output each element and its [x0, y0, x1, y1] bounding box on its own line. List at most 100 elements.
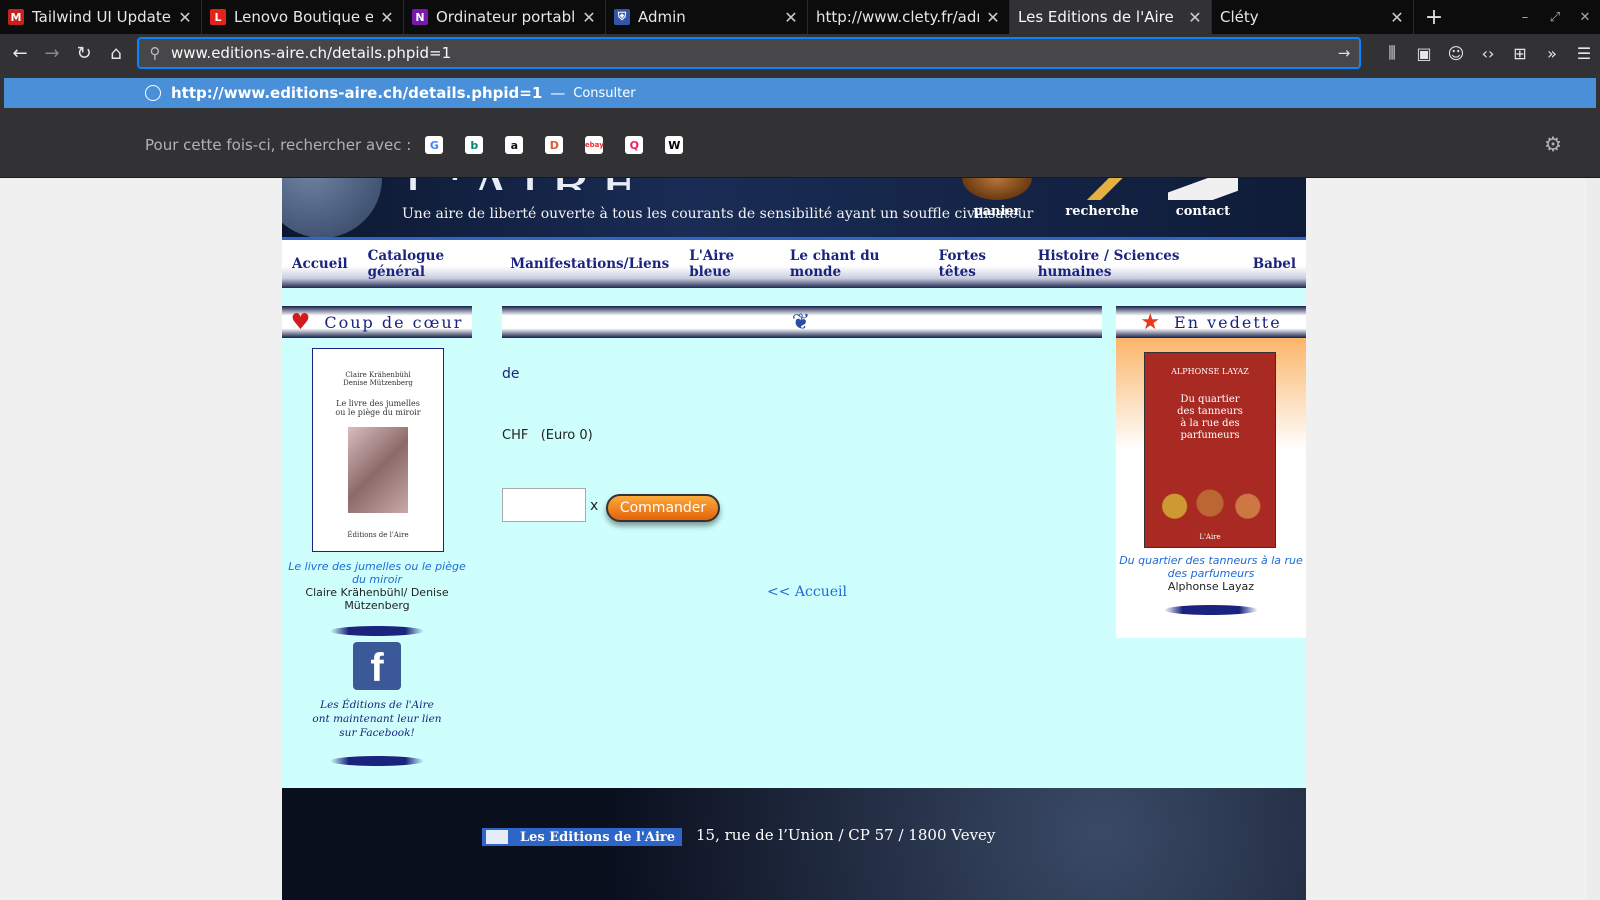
overflow-icon[interactable]: »: [1536, 44, 1568, 63]
featured-author: Alphonse Layaz: [1167, 580, 1255, 593]
tab-bar: MTailwind UI Update: A✕ LLenovo Boutique…: [0, 0, 1600, 34]
contact-link[interactable]: contact: [1158, 178, 1248, 219]
search-icon: ⚲: [149, 44, 161, 62]
magnifier-icon: [1067, 178, 1137, 200]
close-window-icon[interactable]: ✕: [1570, 10, 1600, 25]
site-banner: L'AIRE Une aire de liberté ouverte à tou…: [282, 178, 1306, 240]
scrollbar[interactable]: [1587, 178, 1600, 900]
panier-link[interactable]: panier: [952, 178, 1042, 219]
left-column: Claire Krähenbühl Denise Mützenberg Le l…: [282, 338, 472, 778]
devtools-icon[interactable]: ‹›: [1472, 44, 1504, 63]
ebay-icon[interactable]: ebay: [585, 136, 604, 154]
basket-icon: [962, 178, 1032, 200]
footer-logo[interactable]: Les Editions de l'Aire: [482, 828, 682, 846]
back-home-link[interactable]: << Accueil: [767, 584, 847, 600]
library-icon[interactable]: ⫼: [1376, 43, 1408, 63]
browser-tab[interactable]: MTailwind UI Update: A✕: [0, 0, 202, 34]
wikipedia-icon[interactable]: W: [665, 136, 684, 154]
right-column: Alphonse Layaz Du quartier des tanneurs …: [1116, 338, 1306, 638]
close-tab-icon[interactable]: ✕: [379, 8, 395, 27]
menu-accueil[interactable]: Accueil: [292, 256, 348, 272]
browser-tab-active[interactable]: Les Editions de l'Aire ✕: [1010, 0, 1212, 34]
star-icon: ★: [1140, 309, 1163, 335]
footer-address: 15, rue de l’Union / CP 57 / 1800 Vevey: [696, 826, 996, 844]
featured-title-link[interactable]: Du quartier des tanneurs à la rue des pa…: [1116, 554, 1306, 580]
new-tab-icon[interactable]: +: [1414, 0, 1454, 34]
url-suggestion[interactable]: http://www.editions-aire.ch/details.phpi…: [4, 78, 1596, 108]
site-logo: L'AIRE: [402, 178, 648, 190]
recherche-link[interactable]: recherche: [1057, 178, 1147, 219]
close-tab-icon[interactable]: ✕: [177, 8, 193, 27]
close-tab-icon[interactable]: ✕: [581, 8, 597, 27]
coup-de-coeur-header: ♥ Coup de cœur: [282, 306, 472, 338]
google-icon[interactable]: G: [425, 136, 444, 154]
menu-catalogue[interactable]: Catalogue général: [368, 248, 491, 280]
browser-tab[interactable]: Cléty ✕: [1212, 0, 1414, 34]
menu-babel[interactable]: Babel: [1253, 256, 1296, 272]
lenovo-icon: L: [210, 9, 226, 25]
en-vedette-header: ★ En vedette: [1116, 306, 1306, 338]
heart-icon: ♥: [290, 309, 313, 335]
menu-aire-bleue[interactable]: L'Aire bleue: [689, 248, 770, 280]
close-tab-icon[interactable]: ✕: [985, 8, 1001, 27]
ruler-icon[interactable]: ⊞: [1504, 44, 1536, 63]
shield-icon: ⛨: [614, 9, 630, 25]
extension-icon[interactable]: ☺: [1440, 44, 1472, 63]
book-author: Claire Krähenbühl/ Denise Mützenberg: [305, 586, 449, 612]
author-prefix: de: [502, 366, 520, 382]
duckduckgo-icon[interactable]: D: [545, 136, 564, 154]
toolbar-right: ⫼ ▣ ☺ ‹› ⊞ » ☰: [1376, 34, 1600, 72]
search-engines: G b a D ebay Q W: [425, 136, 705, 154]
browser-tab[interactable]: NOrdinateur portable d✕: [404, 0, 606, 34]
tagline: Une aire de liberté ouverte à tous les c…: [402, 206, 1034, 222]
forward-icon[interactable]: →: [36, 37, 68, 69]
quantity-input[interactable]: [502, 488, 586, 522]
back-icon[interactable]: ←: [4, 37, 36, 69]
featured-book-cover[interactable]: Alphonse Layaz Du quartier des tanneurs …: [1144, 352, 1276, 548]
book-title-link[interactable]: Le livre des jumelles ou le piège du mir…: [282, 560, 472, 586]
price-text: CHF (Euro 0): [502, 428, 593, 443]
main-menu: Accueil Catalogue général Manifestations…: [282, 240, 1306, 288]
browser-tab[interactable]: LLenovo Boutique en li✕: [202, 0, 404, 34]
browser-tab[interactable]: http://www.clety.fr/adm ✕: [808, 0, 1010, 34]
url-bar[interactable]: ⚲ www.editions-aire.ch/details.phpid=1 →: [138, 38, 1360, 68]
qwant-icon[interactable]: Q: [625, 136, 644, 154]
times-label: x: [590, 498, 599, 514]
commander-button[interactable]: Commander: [606, 494, 720, 522]
home-icon[interactable]: ⌂: [100, 37, 132, 69]
moon-graphic: [282, 178, 382, 238]
menu-icon[interactable]: ☰: [1568, 44, 1600, 63]
gmail-icon: M: [8, 9, 24, 25]
web-page: L'AIRE Une aire de liberté ouverte à tou…: [282, 178, 1306, 900]
one-off-search: Pour cette fois-ci, rechercher avec : G …: [145, 136, 705, 154]
close-tab-icon[interactable]: ✕: [783, 8, 799, 27]
ornament-divider: [330, 756, 424, 766]
menu-histoire[interactable]: Histoire / Sciences humaines: [1038, 248, 1233, 280]
close-tab-icon[interactable]: ✕: [1187, 8, 1203, 27]
restore-icon[interactable]: ⤢: [1540, 10, 1570, 25]
ornament-divider: [330, 626, 424, 636]
nav-bar: ← → ↻ ⌂ ⚲ www.editions-aire.ch/details.p…: [0, 34, 1600, 72]
minimize-icon[interactable]: –: [1510, 10, 1540, 25]
menu-fortes-tetes[interactable]: Fortes têtes: [939, 248, 1018, 280]
facebook-text: Les Éditions de l'Aire ont maintenant le…: [312, 699, 442, 739]
globe-icon: [145, 85, 161, 101]
ornament-divider: [1164, 605, 1258, 615]
menu-chant-du-monde[interactable]: Le chant du monde: [790, 248, 919, 280]
url-text[interactable]: www.editions-aire.ch/details.phpid=1: [171, 44, 1329, 62]
menu-manifestations[interactable]: Manifestations/Liens: [510, 256, 669, 272]
go-arrow-icon[interactable]: →: [1329, 44, 1359, 62]
browser-tab[interactable]: ⛨ Admin ✕: [606, 0, 808, 34]
cover-illustration: [1151, 469, 1269, 531]
book-cover[interactable]: Claire Krähenbühl Denise Mützenberg Le l…: [312, 348, 444, 552]
sidebar-icon[interactable]: ▣: [1408, 44, 1440, 63]
site-footer: Les Editions de l'Aire 15, rue de l’Unio…: [282, 788, 1306, 900]
close-tab-icon[interactable]: ✕: [1389, 8, 1405, 27]
cover-photo: [348, 427, 408, 513]
bing-icon[interactable]: b: [465, 136, 484, 154]
gear-icon[interactable]: ⚙: [1544, 132, 1562, 156]
swirl-ornament-icon: ❦: [791, 309, 813, 335]
amazon-icon[interactable]: a: [505, 136, 524, 154]
reload-icon[interactable]: ↻: [68, 37, 100, 69]
facebook-icon[interactable]: f: [353, 642, 401, 690]
